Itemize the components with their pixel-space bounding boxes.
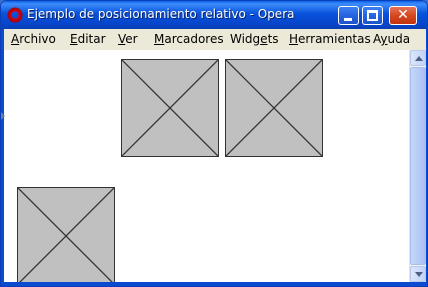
menu-ayuda[interactable]: Ayuda [373, 32, 410, 46]
close-button[interactable]: ✕ [389, 6, 417, 25]
arrow-down-icon [415, 272, 423, 277]
menu-bar: Archivo Editar Ver Marcadores Widgets He… [1, 29, 427, 50]
image-placeholder-1 [121, 59, 219, 157]
broken-image-icon [18, 188, 114, 284]
scroll-down-button[interactable] [410, 266, 426, 282]
menu-herramientas[interactable]: Herramientas [289, 32, 371, 46]
menu-editar[interactable]: Editar [70, 32, 106, 46]
close-icon: ✕ [397, 7, 409, 23]
title-bar[interactable]: Ejemplo de posicionamiento relativo - Op… [1, 1, 427, 29]
menu-archivo[interactable]: Archivo [11, 32, 56, 46]
maximize-icon [367, 10, 378, 21]
panel-toggle-icon[interactable] [1, 112, 5, 120]
window-frame-bottom [1, 282, 427, 286]
scrollbar-thumb[interactable] [410, 67, 426, 265]
minimize-icon [344, 18, 352, 21]
broken-image-icon [122, 60, 218, 156]
broken-image-icon [226, 60, 322, 156]
scroll-up-button[interactable] [410, 50, 426, 66]
image-placeholder-3 [17, 187, 115, 284]
minimize-button[interactable] [338, 6, 359, 25]
browser-window: Ejemplo de posicionamiento relativo - Op… [0, 0, 428, 287]
menu-ver[interactable]: Ver [118, 32, 138, 46]
maximize-button[interactable] [362, 6, 383, 25]
opera-logo-icon [7, 7, 23, 23]
page-content [4, 50, 409, 284]
arrow-up-icon [415, 56, 423, 61]
menu-widgets[interactable]: Widgets [230, 32, 279, 46]
menu-marcadores[interactable]: Marcadores [154, 32, 224, 46]
image-placeholder-2 [225, 59, 323, 157]
vertical-scrollbar[interactable] [409, 50, 426, 282]
window-title: Ejemplo de posicionamiento relativo - Op… [27, 7, 295, 21]
